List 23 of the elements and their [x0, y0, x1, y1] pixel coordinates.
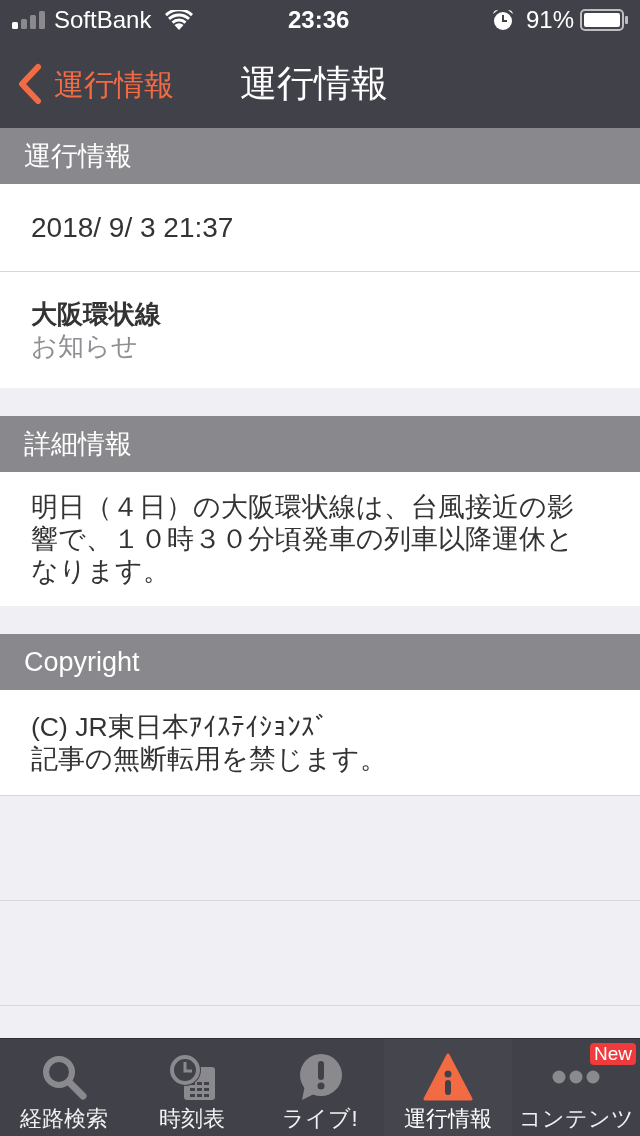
signal-icon — [12, 11, 48, 29]
copyright-text: (C) JR東日本ｱｲｽﾃｲｼｮﾝｽﾞ 記事の無断転用を禁じます。 — [31, 710, 387, 775]
line-name-text: 大阪環状線 — [31, 298, 161, 330]
notice-type-text: お知らせ — [31, 330, 138, 362]
detail-text: 明日（４日）の大阪環状線は、台風接近の影響で、１０時３０分頃発車の列車以降運休となります。 — [31, 491, 575, 587]
section-header: 詳細情報 — [0, 416, 640, 472]
date-time-text: 2018/ 9/ 3 21:37 — [31, 210, 234, 245]
new-badge: New — [590, 1043, 636, 1065]
wifi-icon — [165, 10, 194, 30]
alarm-clock-icon — [491, 9, 514, 31]
section-header: 運行情報 — [0, 128, 640, 184]
time-text: 23:36 — [288, 5, 350, 35]
more-dots-icon — [552, 1070, 600, 1084]
search-icon — [40, 1053, 88, 1101]
clock-calendar-icon — [168, 1053, 216, 1101]
page-title: 運行情報 — [240, 62, 388, 107]
battery-percent-text: 91% — [525, 5, 574, 35]
tab-item[interactable]: 運行情報 — [384, 1039, 512, 1136]
section-header: Copyright — [0, 634, 640, 690]
battery-icon — [580, 9, 628, 31]
warning-info-icon — [423, 1053, 473, 1101]
back-chevron-icon — [16, 63, 42, 105]
carrier-text: SoftBank — [54, 5, 152, 35]
